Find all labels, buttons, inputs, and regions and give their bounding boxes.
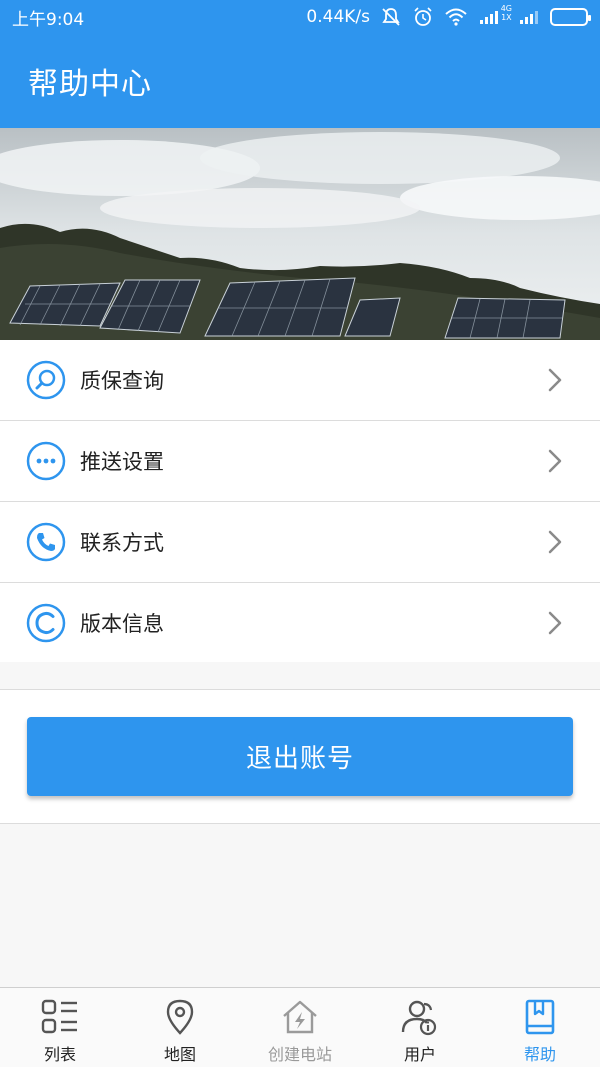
- search-icon: [26, 360, 66, 400]
- section-divider: [0, 662, 600, 690]
- status-time: 上午9:04: [12, 9, 85, 30]
- mute-icon: [380, 6, 402, 28]
- signal-4g-icon: 4G 1X: [478, 4, 512, 26]
- page-title: 帮助中心: [28, 67, 152, 102]
- user-icon: [400, 997, 440, 1037]
- tab-label: 用户: [403, 1045, 436, 1064]
- phone-icon: [26, 522, 66, 562]
- tab-create-station[interactable]: 创建电站: [240, 988, 360, 1067]
- tab-map[interactable]: 地图: [120, 988, 240, 1067]
- status-bar: 上午9:04 0.44K/s 4G 1X: [0, 0, 600, 34]
- menu-item-contact[interactable]: 联系方式: [0, 502, 600, 583]
- menu-item-label: 质保查询: [80, 369, 164, 393]
- create-station-icon: [280, 997, 320, 1037]
- help-book-icon: [520, 997, 560, 1037]
- menu-item-warranty[interactable]: 质保查询: [0, 340, 600, 421]
- battery-icon: [550, 8, 591, 26]
- menu-item-label: 推送设置: [80, 450, 164, 474]
- status-right: 0.44K/s 4G 1X: [306, 4, 591, 28]
- alarm-icon: [412, 6, 434, 28]
- chevron-right-icon: [544, 609, 566, 637]
- network-1x-label: 1X: [501, 13, 512, 22]
- network-speed: 0.44K/s: [306, 7, 370, 27]
- bottom-tab-bar: 列表 地图 创建电站 用户 帮助: [0, 987, 600, 1067]
- help-menu: 质保查询 推送设置 联系方式 版本信息: [0, 340, 600, 664]
- copyright-icon: [26, 603, 66, 643]
- tab-user[interactable]: 用户: [360, 988, 480, 1067]
- logout-button[interactable]: 退出账号: [27, 717, 573, 796]
- wifi-icon: [444, 7, 468, 27]
- tab-label: 列表: [43, 1045, 76, 1064]
- menu-item-version[interactable]: 版本信息: [0, 583, 600, 664]
- more-dots-icon: [26, 441, 66, 481]
- tab-label: 帮助: [523, 1045, 556, 1064]
- tab-help[interactable]: 帮助: [480, 988, 600, 1067]
- map-pin-icon: [160, 997, 200, 1037]
- menu-item-push-settings[interactable]: 推送设置: [0, 421, 600, 502]
- menu-item-label: 联系方式: [80, 531, 164, 555]
- chevron-right-icon: [544, 528, 566, 556]
- chevron-right-icon: [544, 447, 566, 475]
- tab-label: 创建电站: [267, 1045, 332, 1064]
- list-icon: [40, 997, 80, 1037]
- logout-section: 退出账号: [0, 690, 600, 824]
- signal-icon: [518, 8, 540, 26]
- menu-item-label: 版本信息: [80, 612, 164, 636]
- banner-image: [0, 128, 600, 340]
- chevron-right-icon: [544, 366, 566, 394]
- tab-list[interactable]: 列表: [0, 988, 120, 1067]
- tab-label: 地图: [163, 1045, 196, 1064]
- app-bar: 帮助中心: [0, 34, 600, 128]
- network-4g-label: 4G: [500, 4, 512, 13]
